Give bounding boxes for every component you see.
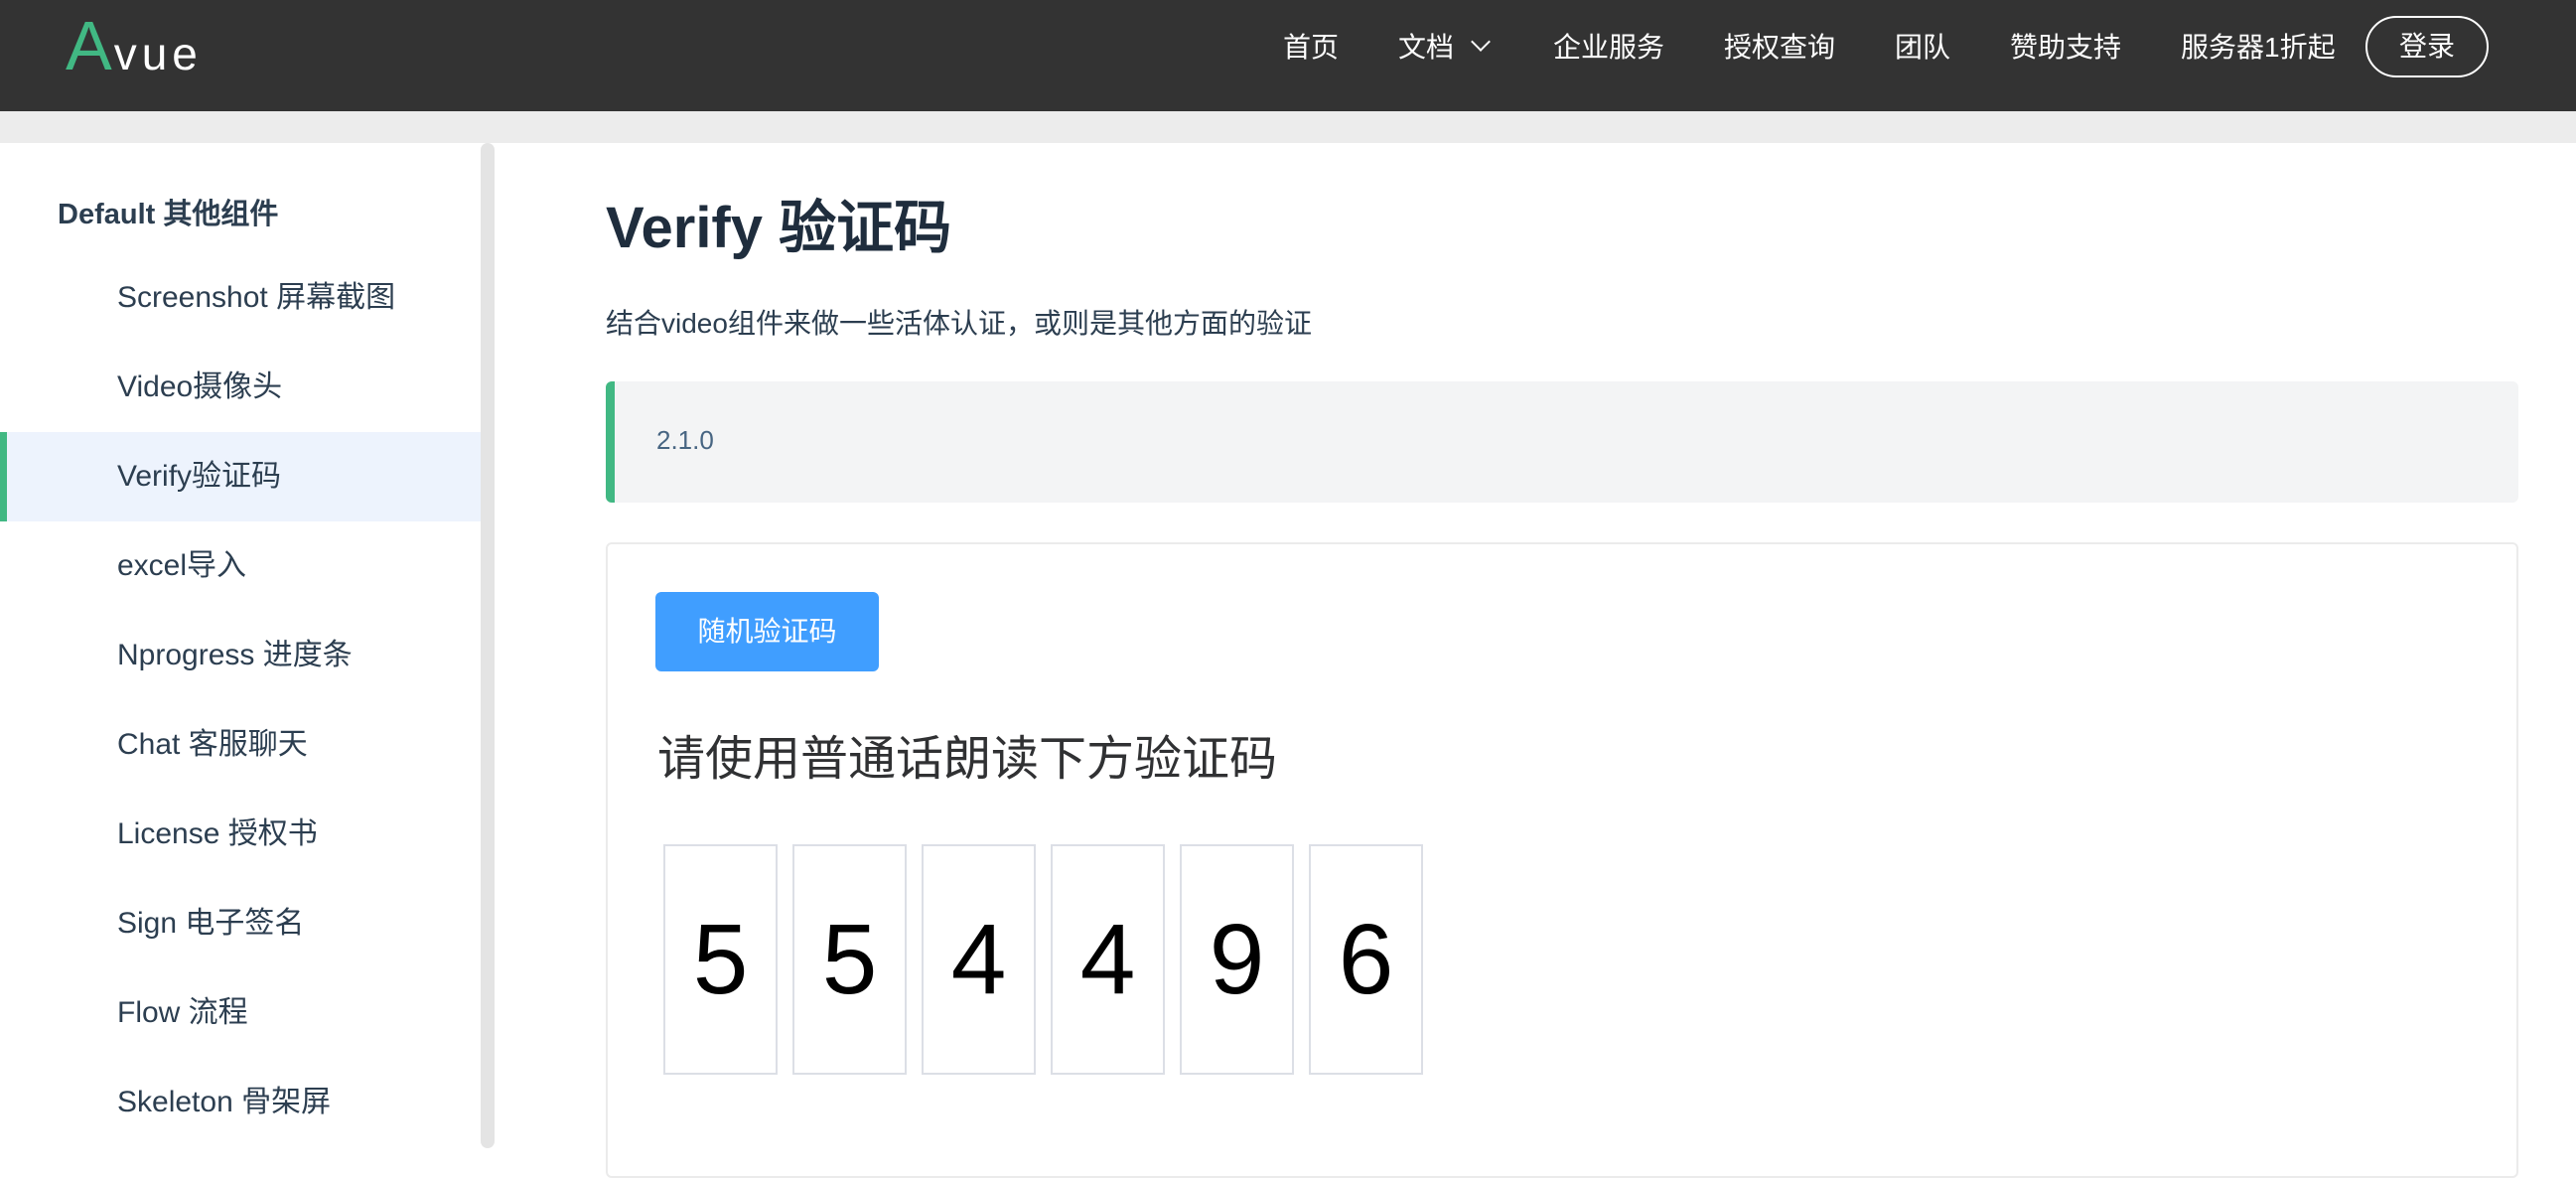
- sidebar-group-title: Default 其他组件: [58, 199, 279, 230]
- sidebar-item-sign[interactable]: Sign 电子签名: [0, 879, 481, 968]
- captcha-digit: 9: [1180, 844, 1294, 1075]
- sidebar-item-license[interactable]: License 授权书: [0, 790, 481, 879]
- chevron-down-icon: [1471, 32, 1491, 52]
- sidebar-item-screenshot[interactable]: Screenshot 屏幕截图: [0, 253, 481, 343]
- nav-docs[interactable]: 文档: [1398, 26, 1491, 70]
- version-tip-box: 2.1.0: [606, 381, 2518, 503]
- random-captcha-button[interactable]: 随机验证码: [655, 592, 879, 671]
- captcha-digits: 5 5 4 4 9 6: [663, 844, 1438, 1075]
- header-divider-strip: [0, 111, 2576, 143]
- page-description: 结合video组件来做一些活体认证，或则是其他方面的验证: [606, 308, 1312, 339]
- nav-license-query[interactable]: 授权查询: [1724, 26, 1835, 70]
- nav-server-promo[interactable]: 服务器1折起: [2181, 26, 2336, 70]
- top-navbar: A vue 首页 文档 企业服务 授权查询 团队 赞助支持 服务器1折起 登录: [0, 0, 2576, 111]
- sidebar-item-chat[interactable]: Chat 客服聊天: [0, 700, 481, 790]
- nav-team[interactable]: 团队: [1895, 26, 1950, 70]
- nav-docs-label: 文档: [1398, 32, 1455, 63]
- nav-sponsor[interactable]: 赞助支持: [2010, 26, 2121, 70]
- sidebar-item-excel[interactable]: excel导入: [0, 521, 481, 611]
- demo-box: 随机验证码 请使用普通话朗读下方验证码 5 5 4 4 9 6: [606, 542, 2518, 1178]
- logo-letter-a: A: [66, 7, 112, 84]
- verify-prompt: 请使用普通话朗读下方验证码: [657, 733, 1278, 786]
- sidebar-item-verify[interactable]: Verify验证码: [0, 432, 481, 521]
- sidebar-item-video[interactable]: Video摄像头: [0, 343, 481, 432]
- avue-logo[interactable]: A vue: [66, 6, 203, 85]
- nav-home[interactable]: 首页: [1283, 26, 1339, 70]
- sidebar-item-flow[interactable]: Flow 流程: [0, 968, 481, 1058]
- nav-enterprise[interactable]: 企业服务: [1553, 26, 1664, 70]
- captcha-digit: 6: [1309, 844, 1423, 1075]
- logo-text: vue: [113, 28, 203, 79]
- captcha-digit: 5: [792, 844, 907, 1075]
- login-button[interactable]: 登录: [2365, 16, 2489, 77]
- sidebar: Default 其他组件 Screenshot 屏幕截图 Video摄像头 Ve…: [0, 143, 481, 1148]
- page-title: Verify 验证码: [606, 196, 952, 260]
- sidebar-item-skeleton[interactable]: Skeleton 骨架屏: [0, 1058, 481, 1147]
- version-text: 2.1.0: [656, 425, 714, 455]
- main-content: Verify 验证码 结合video组件来做一些活体认证，或则是其他方面的验证 …: [495, 143, 2576, 1178]
- captcha-digit: 4: [1051, 844, 1165, 1075]
- captcha-digit: 5: [663, 844, 778, 1075]
- sidebar-item-nprogress[interactable]: Nprogress 进度条: [0, 611, 481, 700]
- captcha-digit: 4: [922, 844, 1036, 1075]
- sidebar-scrollbar[interactable]: [481, 143, 495, 1148]
